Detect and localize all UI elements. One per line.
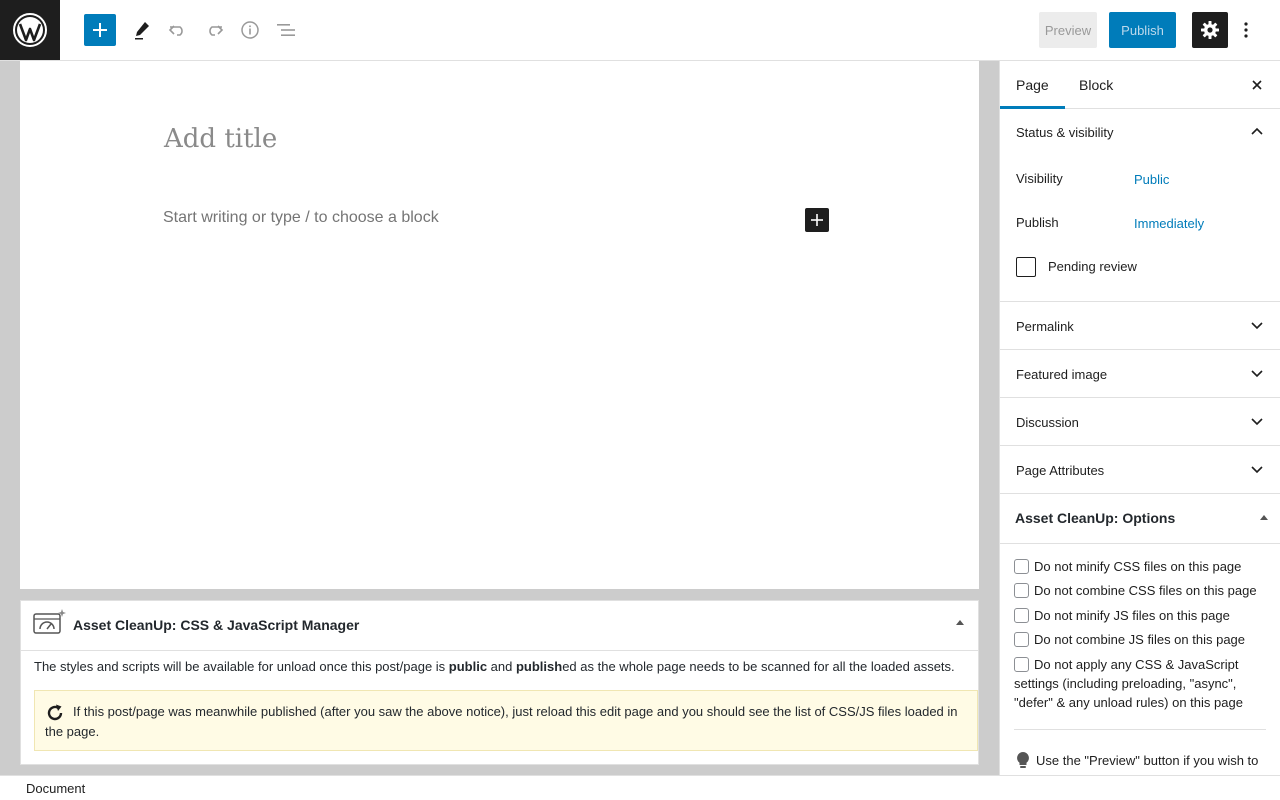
metabox-header[interactable]: Asset CleanUp: CSS & JavaScript Manager [21, 601, 978, 651]
chevron-up-icon[interactable] [1251, 127, 1263, 135]
tab-page[interactable]: Page [1000, 61, 1065, 109]
vertical-ellipsis-icon [1244, 22, 1248, 38]
option-checkbox[interactable] [1014, 559, 1029, 574]
option-no-combine-css[interactable]: Do not combine CSS files on this page [1014, 581, 1266, 600]
option-no-minify-css[interactable]: Do not minify CSS files on this page [1014, 557, 1266, 576]
settings-sidebar: Page Block Status & visibility Visibilit… [999, 61, 1280, 775]
publish-button[interactable]: Publish [1109, 12, 1176, 48]
metabox-title: Asset CleanUp: CSS & JavaScript Manager [73, 617, 360, 633]
option-checkbox[interactable] [1014, 632, 1029, 647]
panel-title-status[interactable]: Status & visibility [1016, 125, 1114, 140]
asset-cleanup-logo-icon [33, 609, 66, 634]
redo-button[interactable] [198, 14, 230, 46]
panel-title-permalink: Permalink [1016, 319, 1074, 334]
panel-title-page-attributes: Page Attributes [1016, 463, 1105, 478]
asset-cleanup-options-header[interactable]: Asset CleanUp: Options [1000, 493, 1280, 544]
wordpress-logo-icon[interactable] [0, 0, 60, 60]
sidebar-tabs: Page Block [1000, 61, 1280, 109]
tab-block[interactable]: Block [1063, 61, 1129, 109]
info-icon [241, 21, 259, 39]
redo-icon [209, 25, 224, 36]
page-attributes-panel[interactable]: Page Attributes [1000, 446, 1280, 494]
asset-cleanup-metabox: Asset CleanUp: CSS & JavaScript Manager … [20, 600, 979, 765]
more-options-button[interactable] [1234, 14, 1258, 46]
divider [1014, 729, 1266, 730]
metabox-description: The styles and scripts will be available… [34, 659, 955, 674]
panel-title-featured-image: Featured image [1016, 367, 1108, 382]
collapse-toggle-icon[interactable] [1260, 515, 1268, 520]
option-checkbox[interactable] [1014, 583, 1029, 598]
asset-cleanup-options-title: Asset CleanUp: Options [1015, 510, 1176, 526]
preview-button[interactable]: Preview [1039, 12, 1097, 48]
option-no-minify-js[interactable]: Do not minify JS files on this page [1014, 606, 1266, 625]
editor-canvas: Add title Start writing or type / to cho… [20, 61, 979, 589]
permalink-panel[interactable]: Permalink [1000, 302, 1280, 350]
list-view-icon [277, 24, 295, 36]
undo-button[interactable] [162, 14, 194, 46]
block-inserter-button[interactable] [84, 14, 116, 46]
plus-icon [811, 214, 823, 226]
status-visibility-panel: Status & visibility Visibility Public Pu… [1000, 109, 1280, 302]
pending-review-checkbox[interactable] [1016, 257, 1036, 277]
pending-review-label: Pending review [1048, 259, 1137, 274]
editor-footer: Document [0, 775, 1280, 800]
visibility-toggle[interactable]: Public [1134, 172, 1169, 187]
edit-tool-button[interactable] [126, 14, 158, 46]
list-view-button[interactable] [270, 14, 302, 46]
discussion-panel[interactable]: Discussion [1000, 398, 1280, 446]
publish-date-toggle[interactable]: Immediately [1134, 216, 1204, 231]
breadcrumb[interactable]: Document [26, 781, 85, 796]
panel-title-discussion: Discussion [1016, 415, 1079, 430]
chevron-down-icon [1251, 370, 1263, 378]
chevron-down-icon [1251, 418, 1263, 426]
option-no-apply-settings[interactable]: Do not apply any CSS & JavaScript settin… [1014, 655, 1266, 712]
chevron-down-icon [1251, 322, 1263, 330]
plus-icon [93, 23, 107, 37]
option-checkbox[interactable] [1014, 657, 1029, 672]
option-no-combine-js[interactable]: Do not combine JS files on this page [1014, 630, 1266, 649]
details-button[interactable] [234, 14, 266, 46]
block-placeholder[interactable]: Start writing or type / to choose a bloc… [163, 209, 439, 227]
preview-hint: Use the "Preview" button if you wish to [1016, 751, 1276, 769]
collapse-toggle-icon[interactable] [956, 620, 964, 625]
title-input[interactable]: Add title [164, 124, 277, 154]
pencil-icon [135, 22, 149, 40]
undo-icon [168, 25, 183, 36]
close-sidebar-button[interactable] [1247, 75, 1267, 95]
option-checkbox[interactable] [1014, 608, 1029, 623]
reload-notice: If this post/page was meanwhile publishe… [34, 690, 978, 751]
editor-area: Add title Start writing or type / to cho… [0, 61, 999, 775]
chevron-down-icon [1251, 466, 1263, 474]
visibility-label: Visibility [1016, 171, 1063, 186]
notice-text: If this post/page was meanwhile publishe… [45, 704, 958, 739]
editor-header: Preview Publish [0, 0, 1280, 61]
featured-image-panel[interactable]: Featured image [1000, 350, 1280, 398]
settings-button[interactable] [1192, 12, 1228, 48]
lightbulb-icon [1017, 752, 1029, 768]
gear-icon [1201, 21, 1219, 39]
add-block-button[interactable] [805, 208, 829, 232]
close-icon [1252, 80, 1262, 90]
publish-date-label: Publish [1016, 215, 1059, 230]
